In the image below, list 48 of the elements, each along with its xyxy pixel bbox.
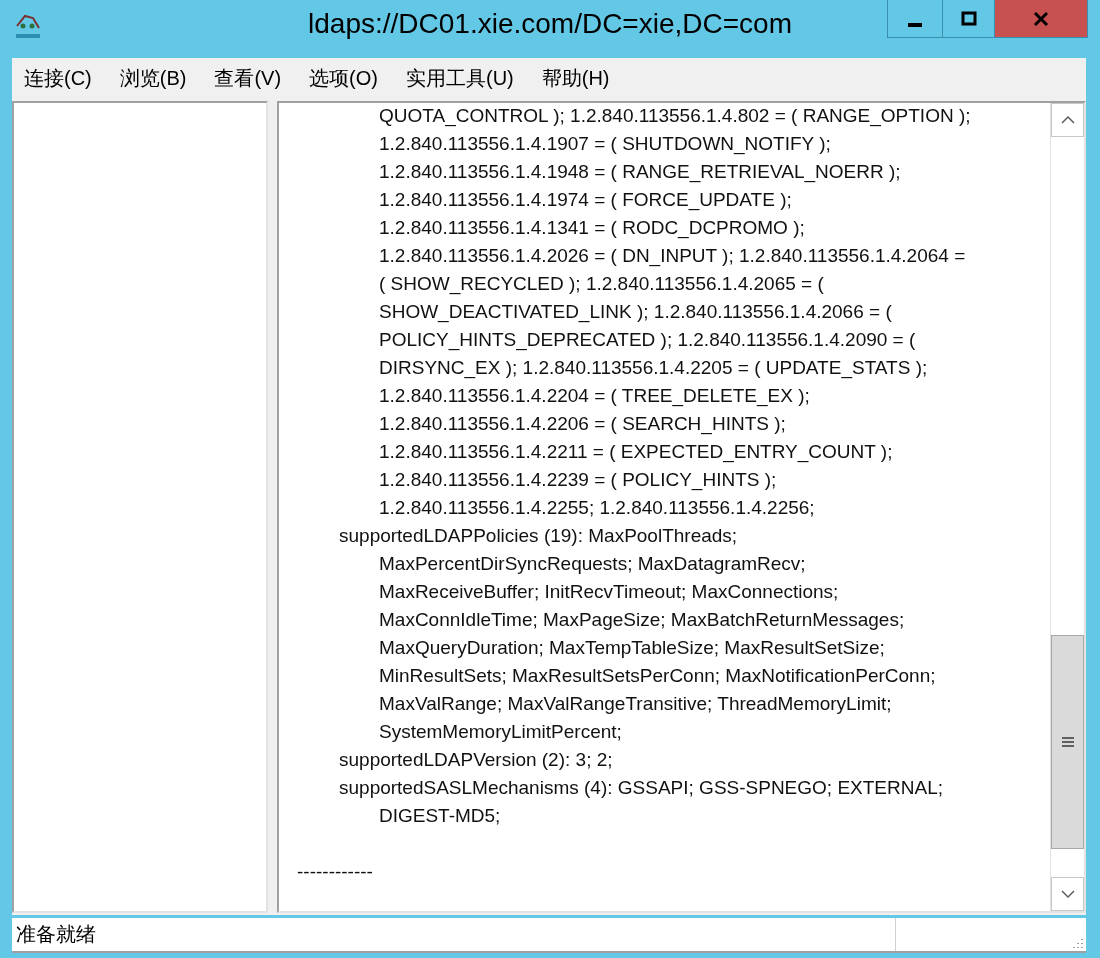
output-line: supportedSASLMechanisms (4): GSSAPI; GSS-SPNEGO; EXTERNAL; (338, 776, 944, 800)
maximize-icon (960, 10, 977, 27)
close-icon (1033, 10, 1049, 27)
output-line: MaxPercentDirSyncRequests; MaxDatagramRecv; (378, 552, 807, 576)
separator-line: ------------ (297, 860, 374, 884)
chevron-up-icon (1060, 116, 1075, 124)
output-line: DIRSYNC_EX ); 1.2.840.113556.1.4.2205 = ( UPDATE_STATS ); (378, 356, 929, 381)
output-line: MaxReceiveBuffer; InitRecvTimeout; MaxConnections; (378, 580, 840, 604)
scroll-thumb[interactable] (1051, 635, 1084, 849)
status-text: 准备就绪 (15, 922, 96, 947)
output-line: 1.2.840.113556.1.4.2206 = ( SEARCH_HINTS ); (378, 412, 787, 437)
output-line: MaxConnIdleTime; MaxPageSize; MaxBatchReturnMessages; (378, 608, 906, 632)
output-line: SystemMemoryLimitPercent; (378, 720, 623, 744)
vertical-scrollbar[interactable] (1050, 103, 1084, 911)
output-line: QUOTA_CONTROL ); 1.2.840.113556.1.4.802 = ( RANGE_OPTION ); (378, 104, 972, 129)
minimize-button[interactable] (887, 0, 943, 38)
output-line: 1.2.840.113556.1.4.2255; 1.2.840.113556.1.4.2256; (378, 496, 816, 520)
chevron-down-icon (1060, 890, 1075, 898)
resize-grip-icon[interactable] (1072, 937, 1084, 949)
output-line: 1.2.840.113556.1.4.2211 = ( EXPECTED_ENTRY_COUNT ); (378, 440, 894, 465)
close-button[interactable] (994, 0, 1088, 38)
output-line: supportedLDAPVersion (2): 3; 2; (338, 748, 614, 772)
output-line: 1.2.840.113556.1.4.2026 = ( DN_INPUT ); 1.2.840.113556.1.4.2064 = (378, 244, 967, 269)
output-line: POLICY_HINTS_DEPRECATED ); 1.2.840.113556.1.4.2090 = ( (378, 328, 917, 353)
output-line: 1.2.840.113556.1.4.2204 = ( TREE_DELETE_EX ); (378, 384, 811, 409)
output-line: 1.2.840.113556.1.4.1907 = ( SHUTDOWN_NOTIFY ); (378, 132, 832, 157)
output-line: MaxValRange; MaxValRangeTransitive; ThreadMemoryLimit; (378, 692, 893, 716)
output-line: 1.2.840.113556.1.4.1948 = ( RANGE_RETRIEVAL_NOERR ); (378, 160, 902, 185)
output-line: DIGEST-MD5; (378, 804, 502, 828)
scroll-down-button[interactable] (1051, 877, 1084, 911)
output-line: ( SHOW_RECYCLED ); 1.2.840.113556.1.4.2065 = ( (378, 272, 825, 297)
scroll-up-button[interactable] (1051, 103, 1084, 137)
menu-item[interactable]: 实用工具(U) (394, 64, 526, 92)
menu-item[interactable]: 选项(O) (297, 64, 390, 92)
output-line: MinResultSets; MaxResultSetsPerConn; MaxNotificationPerConn; (378, 664, 937, 688)
minimize-icon (908, 22, 922, 27)
window-title: ldaps://DC01.xie.com/DC=xie,DC=com (308, 8, 792, 39)
menu-item[interactable]: 查看(V) (202, 64, 294, 92)
output-line: SHOW_DEACTIVATED_LINK ); 1.2.840.113556.1.4.2066 = ( (378, 300, 893, 325)
menu-item[interactable]: 帮助(H) (529, 64, 622, 92)
output-line: supportedLDAPPolicies (19): MaxPoolThreads; (338, 524, 739, 548)
output-line: 1.2.840.113556.1.4.1341 = ( RODC_DCPROMO ); (378, 216, 806, 241)
output-line: 1.2.840.113556.1.4.1974 = ( FORCE_UPDATE ); (378, 188, 793, 213)
output-line: 1.2.840.113556.1.4.2239 = ( POLICY_HINTS ); (378, 468, 778, 493)
output-line: MaxQueryDuration; MaxTempTableSize; MaxResultSetSize; (378, 636, 886, 660)
menu-item[interactable]: 浏览(B) (107, 64, 199, 92)
menu-item[interactable]: 连接(C) (12, 64, 104, 92)
grip-lines-icon (1061, 736, 1074, 748)
